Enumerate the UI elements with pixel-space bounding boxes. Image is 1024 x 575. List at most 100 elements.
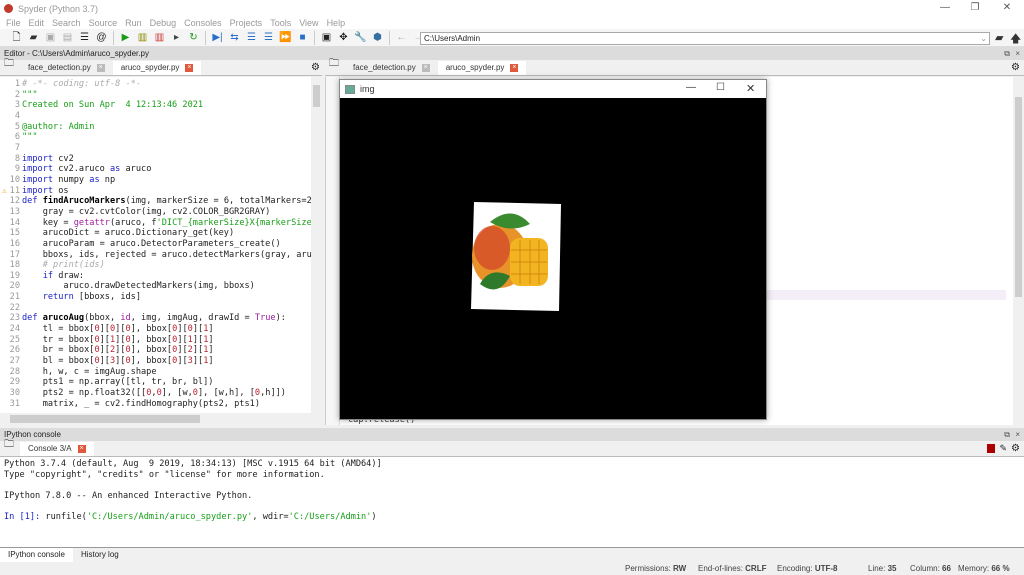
menu-source[interactable]: Source (89, 18, 118, 28)
maximize-button[interactable]: ☐ (716, 82, 725, 93)
save-all-icon[interactable]: ▤ (61, 32, 74, 44)
code-line: 26 br = bbox[0][2][0], bbox[0][2][1] (0, 345, 311, 356)
code-token: cv2 (53, 153, 74, 164)
line-number: 17 (9, 249, 20, 260)
run-cell-icon[interactable]: ▥ (136, 32, 149, 44)
menu-bar: File Edit Search Source Run Debug Consol… (0, 17, 1024, 29)
stop-kernel-icon[interactable] (987, 444, 996, 453)
code-token: , img, imgAug, drawId = (130, 313, 255, 324)
browse-tabs-icon[interactable]: 🗀 (4, 437, 14, 454)
close-tab-icon[interactable]: × (96, 64, 105, 72)
console-output[interactable]: Python 3.7.4 (default, Aug 9 2019, 18:34… (0, 457, 1024, 548)
close-tab-icon[interactable]: × (421, 64, 430, 72)
close-pane-icon[interactable]: × (1015, 47, 1020, 60)
step-return-icon[interactable]: ☰ (262, 32, 275, 44)
code-token: bboxs, ids, rejected = aruco.detectMarke… (22, 249, 311, 260)
tab-face-detection[interactable]: face_detection.py × (20, 61, 113, 75)
spyder-logo-icon (4, 4, 13, 13)
menu-view[interactable]: View (299, 18, 318, 28)
close-button[interactable]: ✕ (746, 82, 755, 95)
code-token: ): (275, 313, 286, 324)
tab-face-detection-right[interactable]: face_detection.py × (345, 61, 438, 75)
menu-debug[interactable]: Debug (150, 18, 177, 28)
code-token: import (22, 164, 54, 175)
vertical-scrollbar[interactable] (311, 77, 322, 413)
code-token: arucoAug (42, 313, 85, 324)
maximize-pane-icon[interactable]: ▣ (320, 32, 333, 44)
menu-search[interactable]: Search (52, 18, 81, 28)
run-cell-advance-icon[interactable]: ▥ (153, 32, 166, 44)
clear-console-icon[interactable]: ✎ (999, 443, 1007, 454)
back-arrow-icon[interactable]: ← (395, 32, 408, 44)
tab-aruco-spyder[interactable]: aruco_spyder.py × (112, 61, 202, 75)
tab-ipython-console[interactable]: IPython console (0, 548, 73, 562)
minimize-button[interactable]: — (686, 82, 696, 93)
options-gear-icon[interactable]: ⚙ (1011, 443, 1020, 454)
command-text: , wdir= (252, 512, 289, 523)
code-token: ][ (192, 324, 204, 335)
undock-icon[interactable]: ⧉ (1004, 47, 1010, 60)
menu-tools[interactable]: Tools (270, 18, 291, 28)
menu-consoles[interactable]: Consoles (184, 18, 222, 28)
minimize-button[interactable]: — (930, 2, 960, 13)
code-token: ][ (192, 345, 204, 356)
close-tab-icon[interactable]: × (510, 64, 519, 72)
step-icon[interactable]: ⇆ (228, 32, 241, 44)
close-pane-icon[interactable]: × (1015, 428, 1020, 441)
browse-tabs-icon[interactable]: 🗀 (329, 56, 339, 73)
close-button[interactable]: ✕ (992, 2, 1022, 13)
code-editor[interactable]: 1 # -*- coding: utf-8 -*- 2 """ 3 Created on … (0, 77, 311, 413)
warning-icon[interactable]: ⚠ (2, 186, 7, 197)
code-token: ][ (177, 324, 188, 335)
horizontal-scrollbar[interactable] (0, 413, 322, 425)
code-token: cv2.aruco (53, 164, 110, 175)
line-number: 24 (9, 324, 20, 335)
browse-tabs-icon[interactable]: 🗀 (4, 56, 14, 73)
open-folder-icon[interactable]: ▰ (27, 32, 40, 44)
menu-file[interactable]: File (6, 18, 21, 28)
options-gear-icon[interactable]: ⚙ (1011, 62, 1020, 73)
line-number: 7 (14, 142, 20, 153)
tab-aruco-spyder-right[interactable]: aruco_spyder.py × (437, 61, 527, 75)
at-icon[interactable]: @ (95, 32, 108, 44)
line-number: 20 (9, 281, 20, 292)
step-into-icon[interactable]: ☰ (245, 32, 258, 44)
tab-console-3a[interactable]: Console 3/A × (20, 442, 94, 456)
menu-projects[interactable]: Projects (230, 18, 263, 28)
vertical-scrollbar-right[interactable] (1013, 77, 1024, 425)
line-number: 31 (9, 398, 20, 409)
close-tab-icon[interactable]: × (185, 64, 194, 72)
working-directory-input[interactable]: C:\Users\Admin ⌄ (420, 32, 990, 45)
code-token: ][ (99, 345, 110, 356)
code-line: 1 # -*- coding: utf-8 -*- (0, 79, 311, 90)
opencv-image-window[interactable]: img — ☐ ✕ (339, 79, 767, 420)
browse-folder-icon[interactable]: ▰ (995, 31, 1003, 44)
undock-icon[interactable]: ⧉ (1004, 428, 1010, 441)
run-icon[interactable]: ▶ (119, 32, 132, 44)
code-line: 18 # print(ids) (0, 260, 311, 271)
code-line: 27 bl = bbox[0][3][0], bbox[0][3][1] (0, 356, 311, 367)
close-tab-icon[interactable]: × (77, 445, 86, 453)
run-selection-icon[interactable]: ▸ (170, 32, 183, 44)
fullscreen-icon[interactable]: ✥ (337, 32, 350, 44)
menu-edit[interactable]: Edit (29, 18, 45, 28)
maximize-button[interactable]: ❐ (960, 2, 990, 13)
options-gear-icon[interactable]: ⚙ (311, 62, 320, 73)
menu-help[interactable]: Help (327, 18, 346, 28)
continue-icon[interactable]: ⏩ (279, 32, 292, 44)
menu-run[interactable]: Run (125, 18, 142, 28)
window-icon (345, 84, 355, 94)
new-file-icon[interactable]: 🗋 (10, 32, 23, 44)
list-icon[interactable]: ☰ (78, 32, 91, 44)
tab-history-log[interactable]: History log (73, 548, 127, 562)
image-window-titlebar[interactable]: img — ☐ ✕ (340, 80, 766, 98)
python-path-icon[interactable]: ⬢ (371, 32, 384, 44)
save-icon[interactable]: ▣ (44, 32, 57, 44)
stop-debug-icon[interactable]: ■ (296, 32, 309, 44)
chevron-down-icon[interactable]: ⌄ (980, 33, 987, 44)
preferences-wrench-icon[interactable]: 🔧 (354, 32, 367, 44)
editor-tabs-right: 🗀 face_detection.py × aruco_spyder.py × ⚙ (325, 58, 1024, 76)
debug-icon[interactable]: ▶| (211, 32, 224, 44)
rerun-icon[interactable]: ↻ (187, 32, 200, 44)
